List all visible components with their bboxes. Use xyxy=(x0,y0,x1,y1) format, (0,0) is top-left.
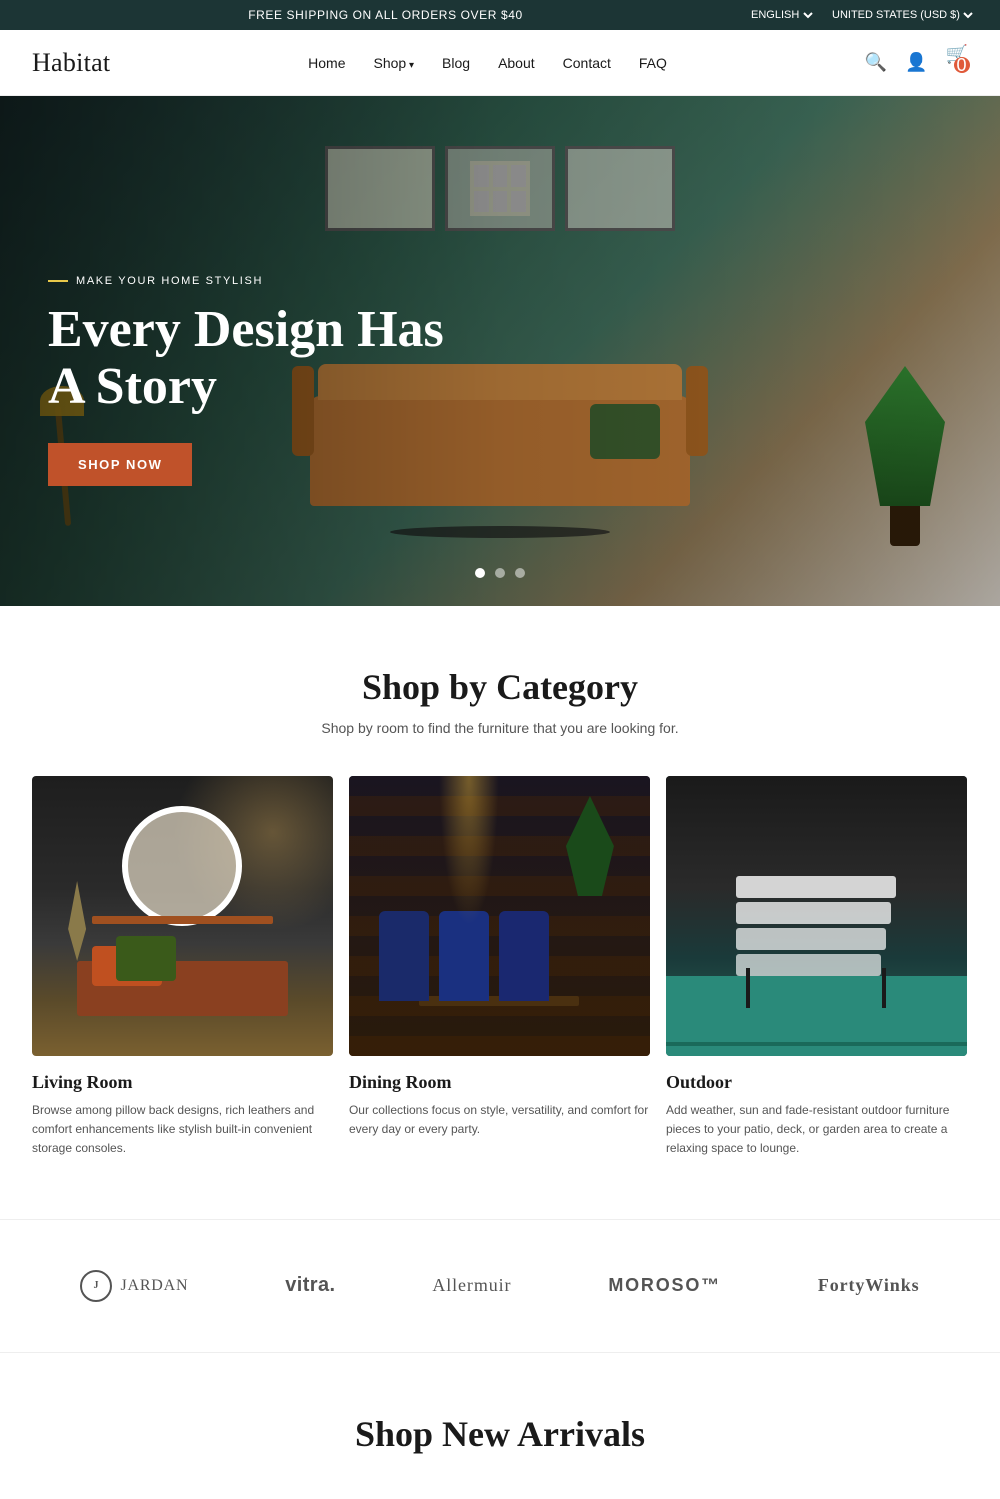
category-section: Shop by Category Shop by room to find th… xyxy=(0,606,1000,1219)
brands-row: J JARDAN vitra. Allermuir MOROSO™ FortyW… xyxy=(32,1270,968,1302)
nav-home[interactable]: Home xyxy=(308,55,345,71)
nav-shop[interactable]: Shop xyxy=(374,55,415,71)
brand-fortywinks: FortyWinks xyxy=(818,1275,920,1296)
category-image-outdoor xyxy=(666,776,967,1056)
nav-blog[interactable]: Blog xyxy=(442,55,470,71)
cart-count: 0 xyxy=(954,57,970,73)
category-name-dining-room: Dining Room xyxy=(349,1072,650,1093)
category-image-dining-room xyxy=(349,776,650,1056)
search-icon[interactable]: 🔍 xyxy=(865,52,887,73)
hero-cta-button[interactable]: SHOP NOW xyxy=(48,443,192,486)
new-arrivals-title: Shop New Arrivals xyxy=(32,1413,968,1455)
top-bar-right: ENGLISH UNITED STATES (USD $) xyxy=(747,8,976,22)
category-desc-dining-room: Our collections focus on style, versatil… xyxy=(349,1101,650,1139)
hero-dot-2[interactable] xyxy=(495,568,505,578)
hero-dots xyxy=(475,568,525,578)
category-card-dining-room[interactable]: Dining Room Our collections focus on sty… xyxy=(349,776,650,1159)
hero-section: MAKE YOUR HOME STYLISH Every Design Has … xyxy=(0,96,1000,606)
outdoor-chairs xyxy=(736,876,896,976)
category-name-living-room: Living Room xyxy=(32,1072,333,1093)
category-grid: Living Room Browse among pillow back des… xyxy=(32,776,968,1159)
hero-content: MAKE YOUR HOME STYLISH Every Design Has … xyxy=(48,275,448,486)
top-bar: FREE SHIPPING ON ALL ORDERS OVER $40 ENG… xyxy=(0,0,1000,30)
category-image-living-room xyxy=(32,776,333,1056)
site-header: Habitat Home Shop Blog About Contact FAQ… xyxy=(0,30,1000,96)
hero-dot-1[interactable] xyxy=(475,568,485,578)
category-card-living-room[interactable]: Living Room Browse among pillow back des… xyxy=(32,776,333,1159)
brand-jardan: J JARDAN xyxy=(80,1270,188,1302)
category-name-outdoor: Outdoor xyxy=(666,1072,967,1093)
brands-section: J JARDAN vitra. Allermuir MOROSO™ FortyW… xyxy=(0,1219,1000,1353)
hero-dot-3[interactable] xyxy=(515,568,525,578)
category-desc-living-room: Browse among pillow back designs, rich l… xyxy=(32,1101,333,1159)
new-arrivals-section: Shop New Arrivals xyxy=(0,1353,1000,1499)
site-logo[interactable]: Habitat xyxy=(32,48,110,78)
nav-faq[interactable]: FAQ xyxy=(639,55,667,71)
brand-allermuir: Allermuir xyxy=(432,1275,511,1296)
brand-vitra: vitra. xyxy=(285,1274,335,1297)
category-section-title: Shop by Category xyxy=(32,666,968,708)
nav-contact[interactable]: Contact xyxy=(563,55,611,71)
category-desc-outdoor: Add weather, sun and fade-resistant outd… xyxy=(666,1101,967,1159)
shipping-announcement: FREE SHIPPING ON ALL ORDERS OVER $40 xyxy=(24,8,747,22)
brand-moroso: MOROSO™ xyxy=(608,1275,721,1296)
brand-jardan-icon: J xyxy=(80,1270,112,1302)
main-nav: Home Shop Blog About Contact FAQ xyxy=(308,55,667,71)
brand-jardan-label: JARDAN xyxy=(120,1277,188,1295)
category-section-subtitle: Shop by room to find the furniture that … xyxy=(32,720,968,736)
account-icon[interactable]: 👤 xyxy=(905,52,927,73)
language-selector[interactable]: ENGLISH xyxy=(747,8,816,22)
cart-icon[interactable]: 🛒 0 xyxy=(946,44,968,81)
nav-about[interactable]: About xyxy=(498,55,535,71)
hero-subtitle: MAKE YOUR HOME STYLISH xyxy=(48,275,448,287)
header-icons: 🔍 👤 🛒 0 xyxy=(865,44,968,81)
category-card-outdoor[interactable]: Outdoor Add weather, sun and fade-resist… xyxy=(666,776,967,1159)
hero-title: Every Design Has A Story xyxy=(48,301,448,415)
currency-selector[interactable]: UNITED STATES (USD $) xyxy=(828,8,976,22)
